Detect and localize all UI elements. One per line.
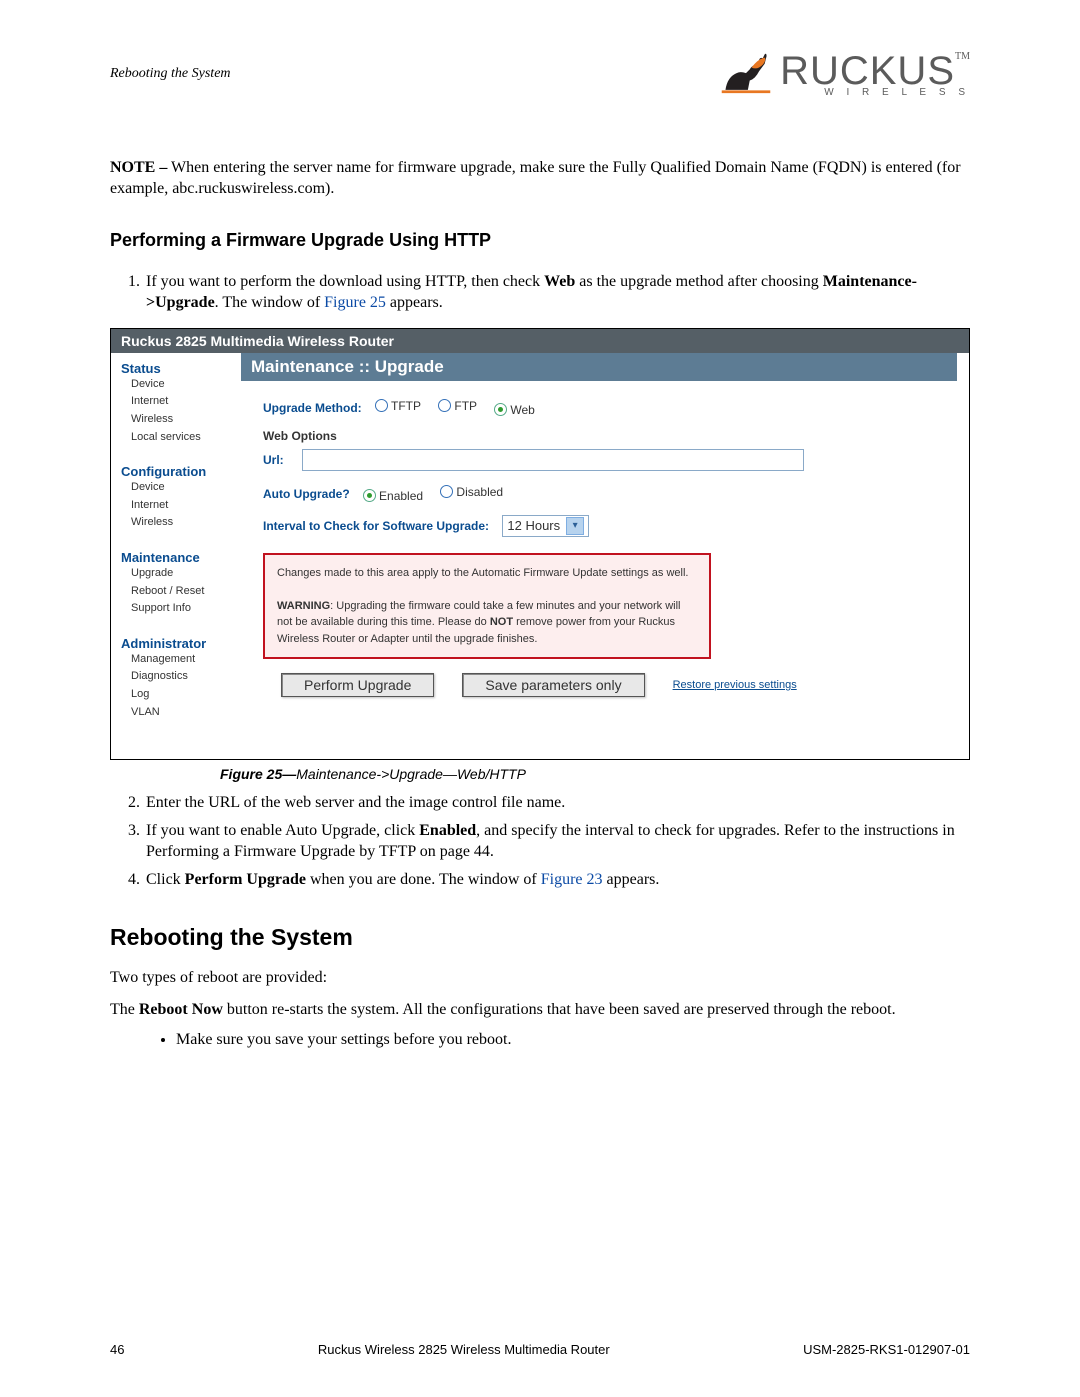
interval-label: Interval to Check for Software Upgrade:: [263, 519, 489, 533]
step-1-text-b: as the upgrade method after choosing: [575, 273, 822, 290]
radio-web-label: Web: [510, 403, 534, 417]
step-4-bold: Perform Upgrade: [185, 871, 306, 888]
sidebar-maintenance-head[interactable]: Maintenance: [121, 550, 241, 565]
radio-disabled[interactable]: Disabled: [440, 485, 503, 499]
radio-icon: [440, 485, 453, 498]
chevron-down-icon: ▾: [566, 517, 584, 535]
ruckus-logo: RUCKUSTM W I R E L E S S: [718, 50, 970, 98]
sidebar-item-vlan[interactable]: VLAN: [121, 704, 241, 722]
sidebar-status-head[interactable]: Status: [121, 361, 241, 376]
running-header: Rebooting the System: [110, 66, 231, 82]
figure-25-link[interactable]: Figure 25: [324, 294, 386, 311]
radio-ftp-label: FTP: [454, 399, 477, 413]
web-options-label: Web Options: [263, 429, 957, 443]
upgrade-method-label: Upgrade Method:: [263, 401, 362, 415]
save-parameters-button[interactable]: Save parameters only: [462, 673, 644, 697]
sidebar-item-localservices[interactable]: Local services: [121, 429, 241, 447]
section-heading: Rebooting the System: [110, 924, 970, 951]
logo-subtitle: W I R E L E S S: [780, 87, 970, 98]
sidebar-item-internet[interactable]: Internet: [121, 393, 241, 411]
step-4: Click Perform Upgrade when you are done.…: [144, 869, 970, 891]
footer-doc-id: USM-2825-RKS1-012907-01: [803, 1342, 970, 1357]
radio-tftp[interactable]: TFTP: [375, 399, 421, 413]
step-4-text-a: Click: [146, 871, 185, 888]
step-3-bold: Enabled: [419, 822, 476, 839]
interval-value: 12 Hours: [507, 518, 560, 533]
warning-bold: WARNING: [277, 600, 330, 612]
step-1-text-a: If you want to perform the download usin…: [146, 273, 544, 290]
sidebar-item-cfg-device[interactable]: Device: [121, 479, 241, 497]
step-2: Enter the URL of the web server and the …: [144, 792, 970, 814]
figure-caption-number: Figure 25—: [220, 766, 296, 782]
sidebar-item-diagnostics[interactable]: Diagnostics: [121, 668, 241, 686]
radio-enabled-label: Enabled: [379, 489, 423, 503]
radio-web[interactable]: Web: [494, 403, 534, 417]
step-3: If you want to enable Auto Upgrade, clic…: [144, 820, 970, 863]
para2-bold: Reboot Now: [139, 1001, 223, 1018]
step-1: If you want to perform the download usin…: [144, 271, 970, 314]
sidebar-item-cfg-wireless[interactable]: Wireless: [121, 514, 241, 532]
step-1-text-c: . The window of: [215, 294, 324, 311]
sidebar-item-reboot[interactable]: Reboot / Reset: [121, 583, 241, 601]
auto-upgrade-label: Auto Upgrade?: [263, 487, 350, 501]
paragraph-intro: Two types of reboot are provided:: [110, 967, 970, 989]
note-text: When entering the server name for firmwa…: [110, 159, 961, 197]
radio-icon: [375, 399, 388, 412]
figure-caption: Figure 25—Maintenance->Upgrade—Web/HTTP: [110, 766, 970, 782]
footer-center: Ruckus Wireless 2825 Wireless Multimedia…: [318, 1342, 610, 1357]
warning-line2: WARNING: Upgrading the firmware could ta…: [277, 598, 697, 648]
radio-icon: [438, 399, 451, 412]
perform-upgrade-button[interactable]: Perform Upgrade: [281, 673, 434, 697]
restore-previous-link[interactable]: Restore previous settings: [673, 679, 797, 691]
note-paragraph: NOTE – When entering the server name for…: [110, 158, 970, 200]
sidebar-administrator-head[interactable]: Administrator: [121, 636, 241, 651]
subsection-heading: Performing a Firmware Upgrade Using HTTP: [110, 230, 970, 251]
warning-line1: Changes made to this area apply to the A…: [277, 565, 697, 582]
para2-b: button re-starts the system. All the con…: [223, 1001, 896, 1018]
sidebar-item-log[interactable]: Log: [121, 686, 241, 704]
radio-icon: [494, 403, 507, 416]
bullet-save-settings: Make sure you save your settings before …: [176, 1031, 970, 1049]
warning-not: NOT: [490, 616, 513, 628]
radio-ftp[interactable]: FTP: [438, 399, 477, 413]
sidebar-item-management[interactable]: Management: [121, 651, 241, 669]
note-label: NOTE –: [110, 159, 167, 176]
panel-heading: Maintenance :: Upgrade: [241, 353, 957, 381]
interval-select[interactable]: 12 Hours ▾: [502, 515, 589, 537]
footer-page-number: 46: [110, 1342, 124, 1357]
sidebar-item-upgrade[interactable]: Upgrade: [121, 565, 241, 583]
paragraph-reboot-now: The Reboot Now button re-starts the syst…: [110, 999, 970, 1021]
warning-box: Changes made to this area apply to the A…: [263, 553, 711, 660]
step-4-text-b: when you are done. The window of: [306, 871, 541, 888]
radio-icon: [363, 489, 376, 502]
sidebar-item-device[interactable]: Device: [121, 376, 241, 394]
step-3-text-a: If you want to enable Auto Upgrade, clic…: [146, 822, 419, 839]
router-titlebar: Ruckus 2825 Multimedia Wireless Router: [111, 329, 969, 353]
router-sidebar: Status Device Internet Wireless Local se…: [111, 353, 241, 759]
figure-caption-text: Maintenance->Upgrade—Web/HTTP: [296, 766, 526, 782]
logo-tm: TM: [955, 51, 970, 62]
radio-enabled[interactable]: Enabled: [363, 489, 423, 503]
sidebar-item-cfg-internet[interactable]: Internet: [121, 497, 241, 515]
sidebar-item-support[interactable]: Support Info: [121, 600, 241, 618]
para2-a: The: [110, 1001, 139, 1018]
dog-icon: [718, 50, 774, 98]
step-4-text-c: appears.: [603, 871, 660, 888]
sidebar-item-wireless[interactable]: Wireless: [121, 411, 241, 429]
url-input[interactable]: [302, 449, 804, 471]
url-label: Url:: [263, 453, 284, 467]
step-1-bold-web: Web: [544, 273, 575, 290]
radio-tftp-label: TFTP: [391, 399, 421, 413]
figure-25: Ruckus 2825 Multimedia Wireless Router S…: [110, 328, 970, 760]
figure-23-link[interactable]: Figure 23: [541, 871, 603, 888]
radio-disabled-label: Disabled: [456, 485, 503, 499]
step-1-text-d: appears.: [386, 294, 443, 311]
step-2-text: Enter the URL of the web server and the …: [146, 794, 565, 811]
sidebar-configuration-head[interactable]: Configuration: [121, 464, 241, 479]
